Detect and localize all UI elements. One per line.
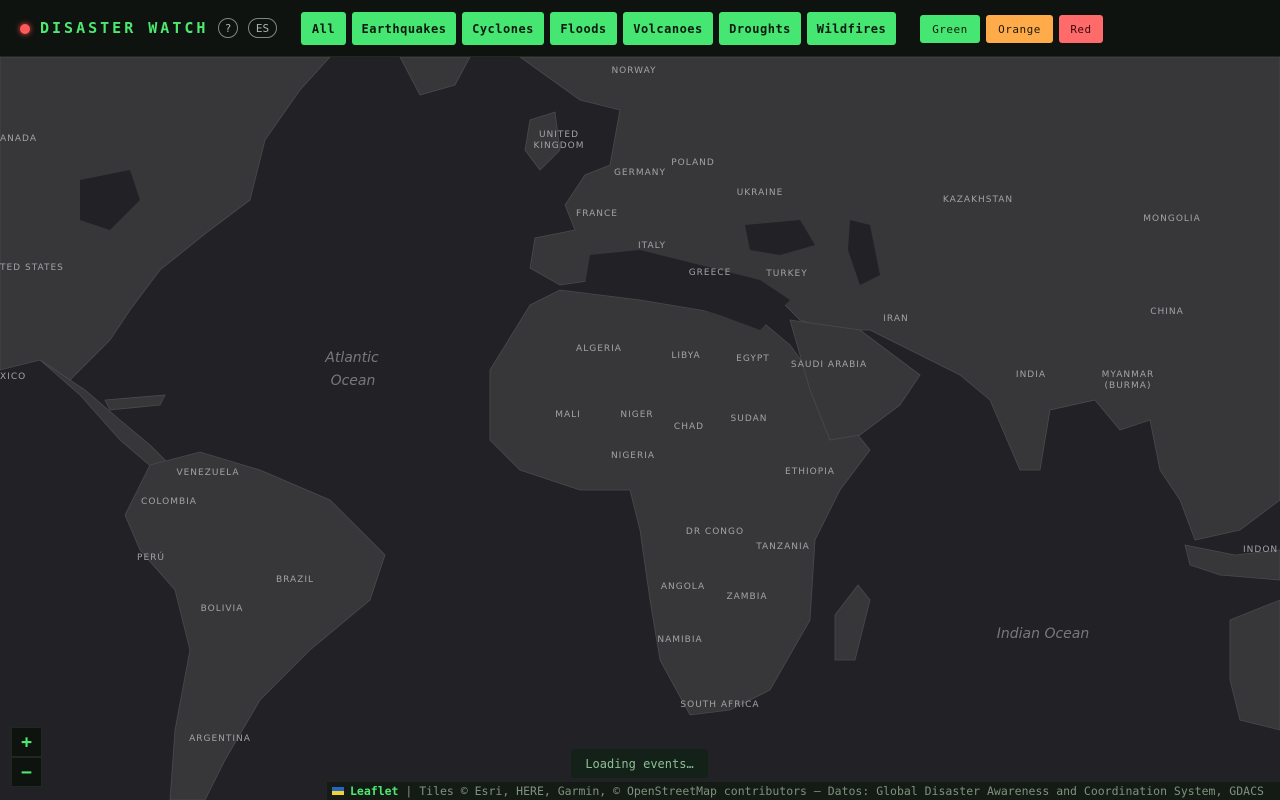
- country-label: ITALY: [638, 241, 666, 251]
- alert-orange-button[interactable]: Orange: [986, 15, 1053, 43]
- country-label: TANZANIA: [755, 542, 810, 552]
- map-canvas: NORWAY UNITED KINGDOM POLAND GERMANY UKR…: [0, 57, 1280, 800]
- live-indicator-dot: [20, 24, 30, 34]
- country-label: MONGOLIA: [1143, 214, 1200, 224]
- filter-earthquakes-button[interactable]: Earthquakes: [352, 12, 456, 45]
- filter-all-button[interactable]: All: [301, 12, 346, 45]
- language-toggle-button[interactable]: ES: [248, 18, 277, 38]
- ocean-label: Indian Ocean: [997, 626, 1089, 642]
- country-label: POLAND: [671, 158, 715, 168]
- country-label: COLOMBIA: [141, 497, 197, 507]
- country-label: GREECE: [689, 268, 732, 278]
- country-label: UNITED: [539, 130, 579, 140]
- country-label: CHINA: [1150, 307, 1184, 317]
- country-label: SUDAN: [731, 414, 768, 424]
- country-label: ARGENTINA: [189, 734, 251, 744]
- country-label: TED STATES: [0, 263, 64, 273]
- world-map[interactable]: NORWAY UNITED KINGDOM POLAND GERMANY UKR…: [0, 57, 1280, 800]
- alert-red-button[interactable]: Red: [1059, 15, 1103, 43]
- country-label: LIBYA: [671, 351, 700, 361]
- country-label: ALGERIA: [576, 344, 622, 354]
- country-label: NAMIBIA: [657, 635, 702, 645]
- ocean-label: Ocean: [331, 373, 376, 389]
- country-label: ANGOLA: [661, 582, 705, 592]
- country-label: KINGDOM: [533, 141, 584, 151]
- alert-green-button[interactable]: Green: [920, 15, 980, 43]
- country-label: KAZAKHSTAN: [943, 195, 1013, 205]
- filter-floods-button[interactable]: Floods: [550, 12, 617, 45]
- country-label: BRAZIL: [276, 575, 314, 585]
- country-label: CHAD: [674, 422, 704, 432]
- country-label: NIGERIA: [611, 451, 655, 461]
- country-label: EGYPT: [736, 354, 770, 364]
- filter-volcanoes-button[interactable]: Volcanoes: [623, 12, 713, 45]
- zoom-in-button[interactable]: +: [11, 727, 42, 757]
- ukraine-flag-icon: [332, 787, 344, 795]
- filter-cyclones-button[interactable]: Cyclones: [462, 12, 544, 45]
- country-label: NIGER: [620, 410, 653, 420]
- filter-droughts-button[interactable]: Droughts: [719, 12, 801, 45]
- attribution-text: | Tiles © Esri, HERE, Garmin, © OpenStre…: [398, 784, 1264, 798]
- country-label: VENEZUELA: [176, 468, 239, 478]
- top-bar: DISASTER WATCH ? ES All Earthquakes Cycl…: [0, 0, 1280, 57]
- country-label: MYANMAR: [1102, 370, 1155, 380]
- country-label: DR CONGO: [686, 527, 744, 537]
- country-label: PERÚ: [137, 551, 165, 563]
- help-button[interactable]: ?: [218, 18, 238, 38]
- country-label: ETHIOPIA: [785, 467, 835, 477]
- zoom-out-button[interactable]: −: [11, 757, 42, 787]
- country-label: TURKEY: [765, 269, 807, 279]
- country-label: IRAN: [883, 314, 908, 324]
- country-label: FRANCE: [576, 209, 618, 219]
- app-title: DISASTER WATCH: [40, 19, 209, 37]
- country-label: XICO: [0, 372, 26, 382]
- country-label: NORWAY: [611, 66, 656, 76]
- country-label: MALI: [555, 410, 581, 420]
- country-label: BOLIVIA: [201, 604, 244, 614]
- leaflet-link[interactable]: Leaflet: [350, 784, 398, 798]
- country-label: GERMANY: [614, 168, 666, 178]
- country-label: ANADA: [0, 134, 37, 144]
- ocean-label: Atlantic: [324, 350, 379, 366]
- country-label: SOUTH AFRICA: [680, 700, 759, 710]
- country-label: UKRAINE: [737, 188, 784, 198]
- loading-status: Loading events…: [571, 749, 708, 778]
- country-label: (BURMA): [1105, 381, 1152, 391]
- country-label: INDIA: [1016, 370, 1046, 380]
- filter-wildfires-button[interactable]: Wildfires: [807, 12, 896, 45]
- country-label: ZAMBIA: [726, 592, 767, 602]
- country-label: SAUDI ARABIA: [791, 360, 867, 370]
- country-label: INDON: [1243, 545, 1278, 555]
- map-attribution: Leaflet | Tiles © Esri, HERE, Garmin, © …: [327, 782, 1280, 800]
